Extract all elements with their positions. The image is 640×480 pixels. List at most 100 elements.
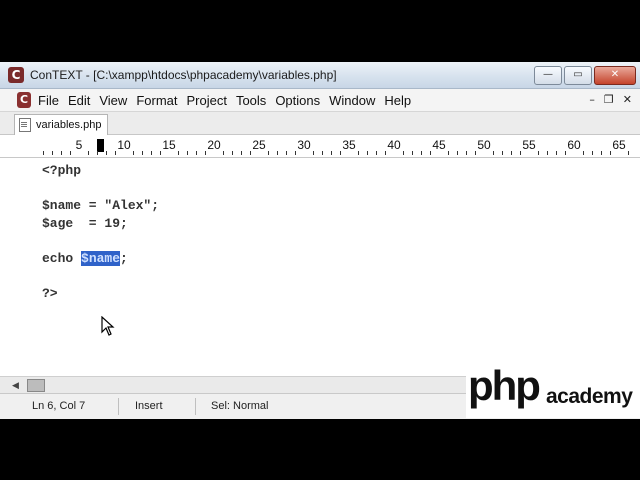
window-title: ConTEXT - [C:\xampp\htdocs\phpacademy\va… bbox=[30, 68, 337, 82]
menu-file[interactable]: File bbox=[38, 93, 59, 108]
ruler-label: 10 bbox=[117, 138, 131, 152]
ruler-tick bbox=[106, 151, 107, 155]
column-ruler: 5 10 15 20 25 30 35 40 45 50 55 60 65 bbox=[0, 135, 640, 158]
code-line-1: <?php bbox=[42, 163, 82, 178]
menu-project[interactable]: Project bbox=[186, 93, 226, 108]
ruler-tick bbox=[196, 151, 197, 155]
code-line-4: $age = 19; bbox=[42, 215, 128, 231]
code-text[interactable]: <?php $name = "Alex"; $age = 19; echo $n… bbox=[42, 162, 159, 303]
phpacademy-logo: php academy bbox=[466, 362, 640, 418]
ruler-tick bbox=[592, 151, 593, 155]
scrollbar-thumb[interactable] bbox=[27, 379, 45, 392]
status-divider bbox=[195, 398, 196, 415]
doc-restore-button[interactable]: ❐ bbox=[604, 93, 614, 106]
ruler-tick bbox=[358, 151, 359, 155]
ruler-label: 45 bbox=[432, 138, 446, 152]
menu-window[interactable]: Window bbox=[329, 93, 375, 108]
ruler-tick bbox=[475, 151, 476, 155]
insert-mode: Insert bbox=[135, 400, 163, 412]
ruler-tick bbox=[286, 151, 287, 155]
ruler-tick bbox=[610, 151, 611, 155]
menu-edit[interactable]: Edit bbox=[68, 93, 90, 108]
scroll-left-arrow-icon[interactable]: ◀ bbox=[12, 380, 19, 391]
ruler-label: 30 bbox=[297, 138, 311, 152]
code-line-8: ?> bbox=[42, 286, 58, 302]
ruler-tick bbox=[412, 151, 413, 155]
ruler-label: 35 bbox=[342, 138, 356, 152]
ruler-tick bbox=[295, 151, 296, 155]
code-line-3: $name = "Alex"; bbox=[42, 198, 160, 214]
ruler-tick bbox=[448, 151, 449, 155]
mouse-pointer-icon bbox=[101, 316, 115, 336]
logo-php-text: php bbox=[468, 362, 541, 409]
ruler-tick bbox=[142, 151, 143, 155]
ruler-tick bbox=[160, 151, 161, 155]
ruler-tick bbox=[331, 151, 332, 155]
menu-bar: C File Edit View Format Project Tools Op… bbox=[0, 89, 640, 112]
ruler-tick bbox=[367, 151, 368, 155]
ruler-tick bbox=[457, 151, 458, 155]
tab-bar: variables.php bbox=[0, 112, 640, 135]
ruler-tick bbox=[313, 151, 314, 155]
ruler-tick bbox=[205, 151, 206, 155]
ruler-tick bbox=[232, 151, 233, 155]
ruler-tick bbox=[502, 151, 503, 155]
ruler-tick bbox=[241, 151, 242, 155]
ruler-tick bbox=[277, 151, 278, 155]
ruler-label: 55 bbox=[522, 138, 536, 152]
doc-close-button[interactable]: ✕ bbox=[623, 93, 632, 106]
menu-help[interactable]: Help bbox=[384, 93, 411, 108]
window-controls: — ▭ ✕ bbox=[534, 66, 636, 85]
ruler-label: 15 bbox=[162, 138, 176, 152]
context-app-icon[interactable]: C bbox=[8, 67, 24, 83]
ruler-tick bbox=[187, 151, 188, 155]
ruler-tick bbox=[430, 151, 431, 155]
ruler-tick bbox=[43, 151, 44, 155]
ruler-label: 60 bbox=[567, 138, 581, 152]
ruler-tick bbox=[151, 151, 152, 155]
ruler-tick bbox=[250, 151, 251, 155]
ruler-tick bbox=[538, 151, 539, 155]
close-button[interactable]: ✕ bbox=[594, 66, 636, 85]
ruler-tick bbox=[322, 151, 323, 155]
ruler-tick bbox=[97, 151, 98, 155]
ruler-tick bbox=[61, 151, 62, 155]
editor-window: C ConTEXT - [C:\xampp\htdocs\phpacademy\… bbox=[0, 62, 640, 419]
ruler-tick bbox=[466, 151, 467, 155]
ruler-tick bbox=[520, 151, 521, 155]
ruler-tick bbox=[556, 151, 557, 155]
code-editor[interactable]: <?php $name = "Alex"; $age = 19; echo $n… bbox=[0, 158, 640, 376]
cursor-position: Ln 6, Col 7 bbox=[32, 400, 86, 412]
tab-variables-php[interactable]: variables.php bbox=[14, 114, 109, 135]
ruler-tick bbox=[52, 151, 53, 155]
ruler-tick bbox=[268, 151, 269, 155]
menu-view[interactable]: View bbox=[99, 93, 127, 108]
ruler-tick bbox=[133, 151, 134, 155]
ruler-tick bbox=[403, 151, 404, 155]
doc-minimize-button[interactable]: – bbox=[589, 93, 595, 106]
ruler-tick bbox=[421, 151, 422, 155]
menu-format[interactable]: Format bbox=[136, 93, 177, 108]
ruler-tick bbox=[178, 151, 179, 155]
menu-options[interactable]: Options bbox=[275, 93, 320, 108]
text-selection[interactable]: $name bbox=[81, 250, 121, 266]
ruler-tick bbox=[583, 151, 584, 155]
status-divider bbox=[118, 398, 119, 415]
ruler-label: 20 bbox=[207, 138, 221, 152]
ruler-tick bbox=[565, 151, 566, 155]
document-icon[interactable]: C bbox=[17, 92, 31, 108]
code-line-6-suffix: ; bbox=[120, 250, 128, 266]
tab-label: variables.php bbox=[36, 119, 102, 131]
selection-mode: Sel: Normal bbox=[211, 400, 269, 412]
menu-tools[interactable]: Tools bbox=[236, 93, 266, 108]
ruler-tick bbox=[628, 151, 629, 155]
ruler-tick bbox=[547, 151, 548, 155]
editor-gutter bbox=[0, 158, 36, 376]
ruler-label: 5 bbox=[75, 138, 83, 152]
ruler-tick bbox=[601, 151, 602, 155]
maximize-button[interactable]: ▭ bbox=[564, 66, 592, 85]
minimize-button[interactable]: — bbox=[534, 66, 562, 85]
title-bar[interactable]: C ConTEXT - [C:\xampp\htdocs\phpacademy\… bbox=[0, 62, 640, 89]
ruler-label: 25 bbox=[252, 138, 266, 152]
ruler-tick bbox=[115, 151, 116, 155]
